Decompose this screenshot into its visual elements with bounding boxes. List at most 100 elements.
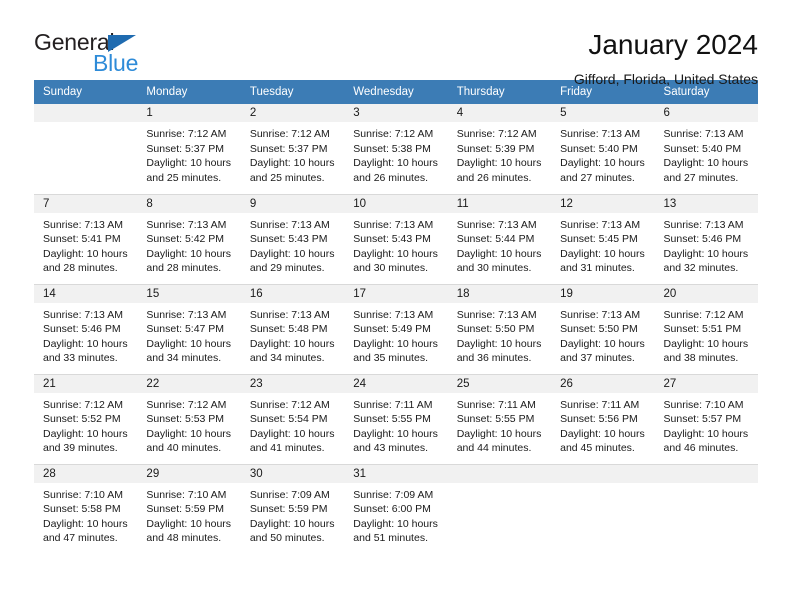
day-details: Sunrise: 7:13 AM Sunset: 5:40 PM Daylight:… — [551, 122, 654, 185]
day-details: Sunrise: 7:12 AM Sunset: 5:54 PM Daylight:… — [241, 393, 344, 456]
calendar-day-cell[interactable]: 1 Sunrise: 7:12 AM Sunset: 5:37 PM Daylight… — [137, 104, 241, 194]
sunset-text: Sunset: 5:40 PM — [560, 142, 638, 155]
sunset-text: Sunset: 5:55 PM — [456, 413, 535, 426]
calendar-day-cell[interactable]: 6 Sunrise: 7:13 AM Sunset: 5:40 PM Daylight… — [654, 104, 758, 194]
calendar-day-cell[interactable]: 19 Sunrise: 7:13 AM Sunset: 5:50 PM Dayligh… — [551, 283, 655, 374]
day-number: 8 — [137, 194, 241, 213]
daylight-text-line1: Daylight: 10 hours — [249, 337, 335, 350]
daylight-text-line1: Daylight: 10 hours — [146, 247, 232, 260]
calendar-day-cell[interactable]: 10 Sunrise: 7:13 AM Sunset: 5:43 PM Dayligh… — [344, 193, 448, 284]
daylight-text-line2: and 30 minutes. — [353, 262, 428, 275]
sunrise-text: Sunrise: 7:12 AM — [353, 128, 434, 140]
sunrise-text: Sunrise: 7:13 AM — [560, 218, 641, 231]
calendar-day-cell[interactable]: 14 Sunrise: 7:13 AM Sunset: 5:46 PM Dayligh… — [34, 283, 138, 374]
sunrise-text: Sunrise: 7:13 AM — [43, 218, 123, 231]
day-number: 23 — [240, 374, 345, 393]
calendar-day-cell[interactable]: 23 Sunrise: 7:12 AM Sunset: 5:54 PM Dayligh… — [240, 373, 345, 464]
day-details: Sunrise: 7:13 AM Sunset: 5:47 PM Daylight:… — [137, 303, 240, 366]
daylight-text-line1: Daylight: 10 hours — [249, 517, 335, 530]
daylight-text-line1: Daylight: 10 hours — [560, 337, 645, 350]
day-number — [551, 464, 655, 483]
daylight-text-line1: Daylight: 10 hours — [43, 517, 128, 530]
calendar-day-cell[interactable]: 4 Sunrise: 7:12 AM Sunset: 5:39 PM Daylight… — [447, 104, 552, 194]
calendar-day-cell[interactable]: 9 Sunrise: 7:13 AM Sunset: 5:43 PM Daylight… — [240, 193, 345, 284]
calendar-day-cell[interactable]: 17 Sunrise: 7:13 AM Sunset: 5:49 PM Dayligh… — [344, 283, 448, 374]
day-details: Sunrise: 7:10 AM Sunset: 5:57 PM Daylight:… — [655, 393, 758, 456]
calendar-week-row: 1 Sunrise: 7:12 AM Sunset: 5:37 PM Daylight… — [34, 104, 758, 194]
day-number: 4 — [447, 104, 552, 122]
calendar-day-cell[interactable]: 21 Sunrise: 7:12 AM Sunset: 5:52 PM Dayligh… — [34, 373, 138, 464]
sunset-text: Sunset: 5:44 PM — [456, 233, 535, 246]
sunset-text: Sunset: 5:54 PM — [249, 413, 328, 426]
calendar-day-cell[interactable]: 3 Sunrise: 7:12 AM Sunset: 5:38 PM Daylight… — [344, 104, 448, 194]
sunrise-text: Sunrise: 7:11 AM — [560, 398, 640, 411]
sunrise-text: Sunrise: 7:13 AM — [353, 308, 434, 321]
day-details: Sunrise: 7:13 AM Sunset: 5:44 PM Daylight:… — [448, 213, 551, 276]
calendar-day-cell[interactable]: 22 Sunrise: 7:12 AM Sunset: 5:53 PM Dayligh… — [137, 373, 241, 464]
daylight-text-line1: Daylight: 10 hours — [560, 427, 645, 440]
day-details: Sunrise: 7:12 AM Sunset: 5:37 PM Daylight:… — [137, 122, 240, 185]
calendar-day-cell[interactable]: 8 Sunrise: 7:13 AM Sunset: 5:42 PM Daylight… — [137, 193, 241, 284]
daylight-text-line2: and 27 minutes. — [663, 171, 739, 184]
calendar-day-cell[interactable]: 20 Sunrise: 7:12 AM Sunset: 5:51 PM Dayligh… — [654, 283, 758, 374]
calendar-day-cell[interactable]: 16 Sunrise: 7:13 AM Sunset: 5:48 PM Dayligh… — [240, 283, 345, 374]
day-number: 3 — [344, 104, 448, 122]
daylight-text-line1: Daylight: 10 hours — [249, 247, 335, 260]
calendar-day-cell[interactable]: 24 Sunrise: 7:11 AM Sunset: 5:55 PM Dayligh… — [344, 373, 448, 464]
calendar-day-cell[interactable]: 29 Sunrise: 7:10 AM Sunset: 5:59 PM Dayligh… — [137, 463, 241, 554]
calendar-cell-empty — [654, 463, 758, 554]
daylight-text-line1: Daylight: 10 hours — [663, 337, 749, 350]
sunset-text: Sunset: 5:59 PM — [146, 503, 225, 516]
daylight-text-line2: and 29 minutes. — [249, 262, 325, 275]
day-number: 2 — [240, 104, 345, 122]
calendar-day-cell[interactable]: 15 Sunrise: 7:13 AM Sunset: 5:47 PM Dayligh… — [137, 283, 241, 374]
calendar-day-cell[interactable]: 11 Sunrise: 7:13 AM Sunset: 5:44 PM Dayligh… — [447, 193, 552, 284]
sunrise-text: Sunrise: 7:13 AM — [353, 218, 434, 231]
day-details: Sunrise: 7:13 AM Sunset: 5:49 PM Daylight:… — [344, 303, 447, 366]
sunrise-text: Sunrise: 7:11 AM — [456, 398, 536, 411]
daylight-text-line1: Daylight: 10 hours — [146, 157, 232, 170]
calendar-week-row: 7 Sunrise: 7:13 AM Sunset: 5:41 PM Daylight… — [34, 193, 758, 284]
calendar-day-cell[interactable]: 28 Sunrise: 7:10 AM Sunset: 5:58 PM Dayligh… — [34, 463, 138, 554]
day-details: Sunrise: 7:12 AM Sunset: 5:38 PM Daylight:… — [344, 122, 447, 185]
day-number: 20 — [654, 284, 758, 303]
daylight-text-line1: Daylight: 10 hours — [353, 157, 438, 170]
page-title: January 2024 — [588, 29, 758, 60]
sunset-text: Sunset: 5:45 PM — [560, 233, 638, 246]
day-number: 7 — [34, 194, 138, 213]
calendar-day-cell[interactable]: 13 Sunrise: 7:13 AM Sunset: 5:46 PM Dayligh… — [654, 193, 758, 284]
calendar-day-cell[interactable]: 12 Sunrise: 7:13 AM Sunset: 5:45 PM Dayligh… — [551, 193, 655, 284]
day-number: 11 — [447, 194, 552, 213]
daylight-text-line1: Daylight: 10 hours — [353, 517, 438, 530]
day-number: 6 — [654, 104, 758, 122]
calendar-day-cell[interactable]: 5 Sunrise: 7:13 AM Sunset: 5:40 PM Daylight… — [551, 104, 655, 194]
daylight-text-line2: and 50 minutes. — [249, 532, 325, 545]
sunset-text: Sunset: 5:58 PM — [43, 503, 121, 516]
sunset-text: Sunset: 5:39 PM — [456, 142, 535, 155]
calendar-day-cell[interactable]: 30 Sunrise: 7:09 AM Sunset: 5:59 PM Dayligh… — [240, 463, 345, 554]
daylight-text-line1: Daylight: 10 hours — [353, 247, 438, 260]
calendar-day-cell[interactable]: 18 Sunrise: 7:13 AM Sunset: 5:50 PM Dayligh… — [447, 283, 552, 374]
daylight-text-line1: Daylight: 10 hours — [663, 427, 749, 440]
sunrise-sunset-calendar: Sunday Monday Tuesday Wednesday Thursday… — [34, 80, 758, 554]
daylight-text-line1: Daylight: 10 hours — [43, 247, 128, 260]
daylight-text-line1: Daylight: 10 hours — [249, 427, 335, 440]
day-number: 14 — [34, 284, 138, 303]
calendar-day-cell[interactable]: 2 Sunrise: 7:12 AM Sunset: 5:37 PM Daylight… — [240, 104, 345, 194]
calendar-day-cell[interactable]: 25 Sunrise: 7:11 AM Sunset: 5:55 PM Dayligh… — [447, 373, 552, 464]
calendar-day-cell[interactable]: 31 Sunrise: 7:09 AM Sunset: 6:00 PM Dayligh… — [344, 463, 448, 554]
day-details: Sunrise: 7:13 AM Sunset: 5:42 PM Daylight:… — [137, 213, 240, 276]
daylight-text-line2: and 28 minutes. — [146, 262, 222, 275]
daylight-text-line1: Daylight: 10 hours — [146, 427, 232, 440]
general-blue-logo[interactable]: General Blue — [34, 28, 154, 76]
calendar-day-cell[interactable]: 27 Sunrise: 7:10 AM Sunset: 5:57 PM Dayligh… — [654, 373, 758, 464]
daylight-text-line2: and 34 minutes. — [146, 352, 222, 365]
sunrise-text: Sunrise: 7:13 AM — [456, 218, 537, 231]
daylight-text-line1: Daylight: 10 hours — [456, 337, 542, 350]
calendar-day-cell[interactable]: 26 Sunrise: 7:11 AM Sunset: 5:56 PM Dayligh… — [551, 373, 655, 464]
sunrise-text: Sunrise: 7:13 AM — [663, 128, 744, 140]
day-details: Sunrise: 7:10 AM Sunset: 5:58 PM Daylight:… — [34, 483, 137, 546]
sunset-text: Sunset: 5:41 PM — [43, 233, 121, 246]
calendar-day-cell[interactable]: 7 Sunrise: 7:13 AM Sunset: 5:41 PM Daylight… — [34, 193, 138, 284]
day-number: 30 — [240, 464, 345, 483]
